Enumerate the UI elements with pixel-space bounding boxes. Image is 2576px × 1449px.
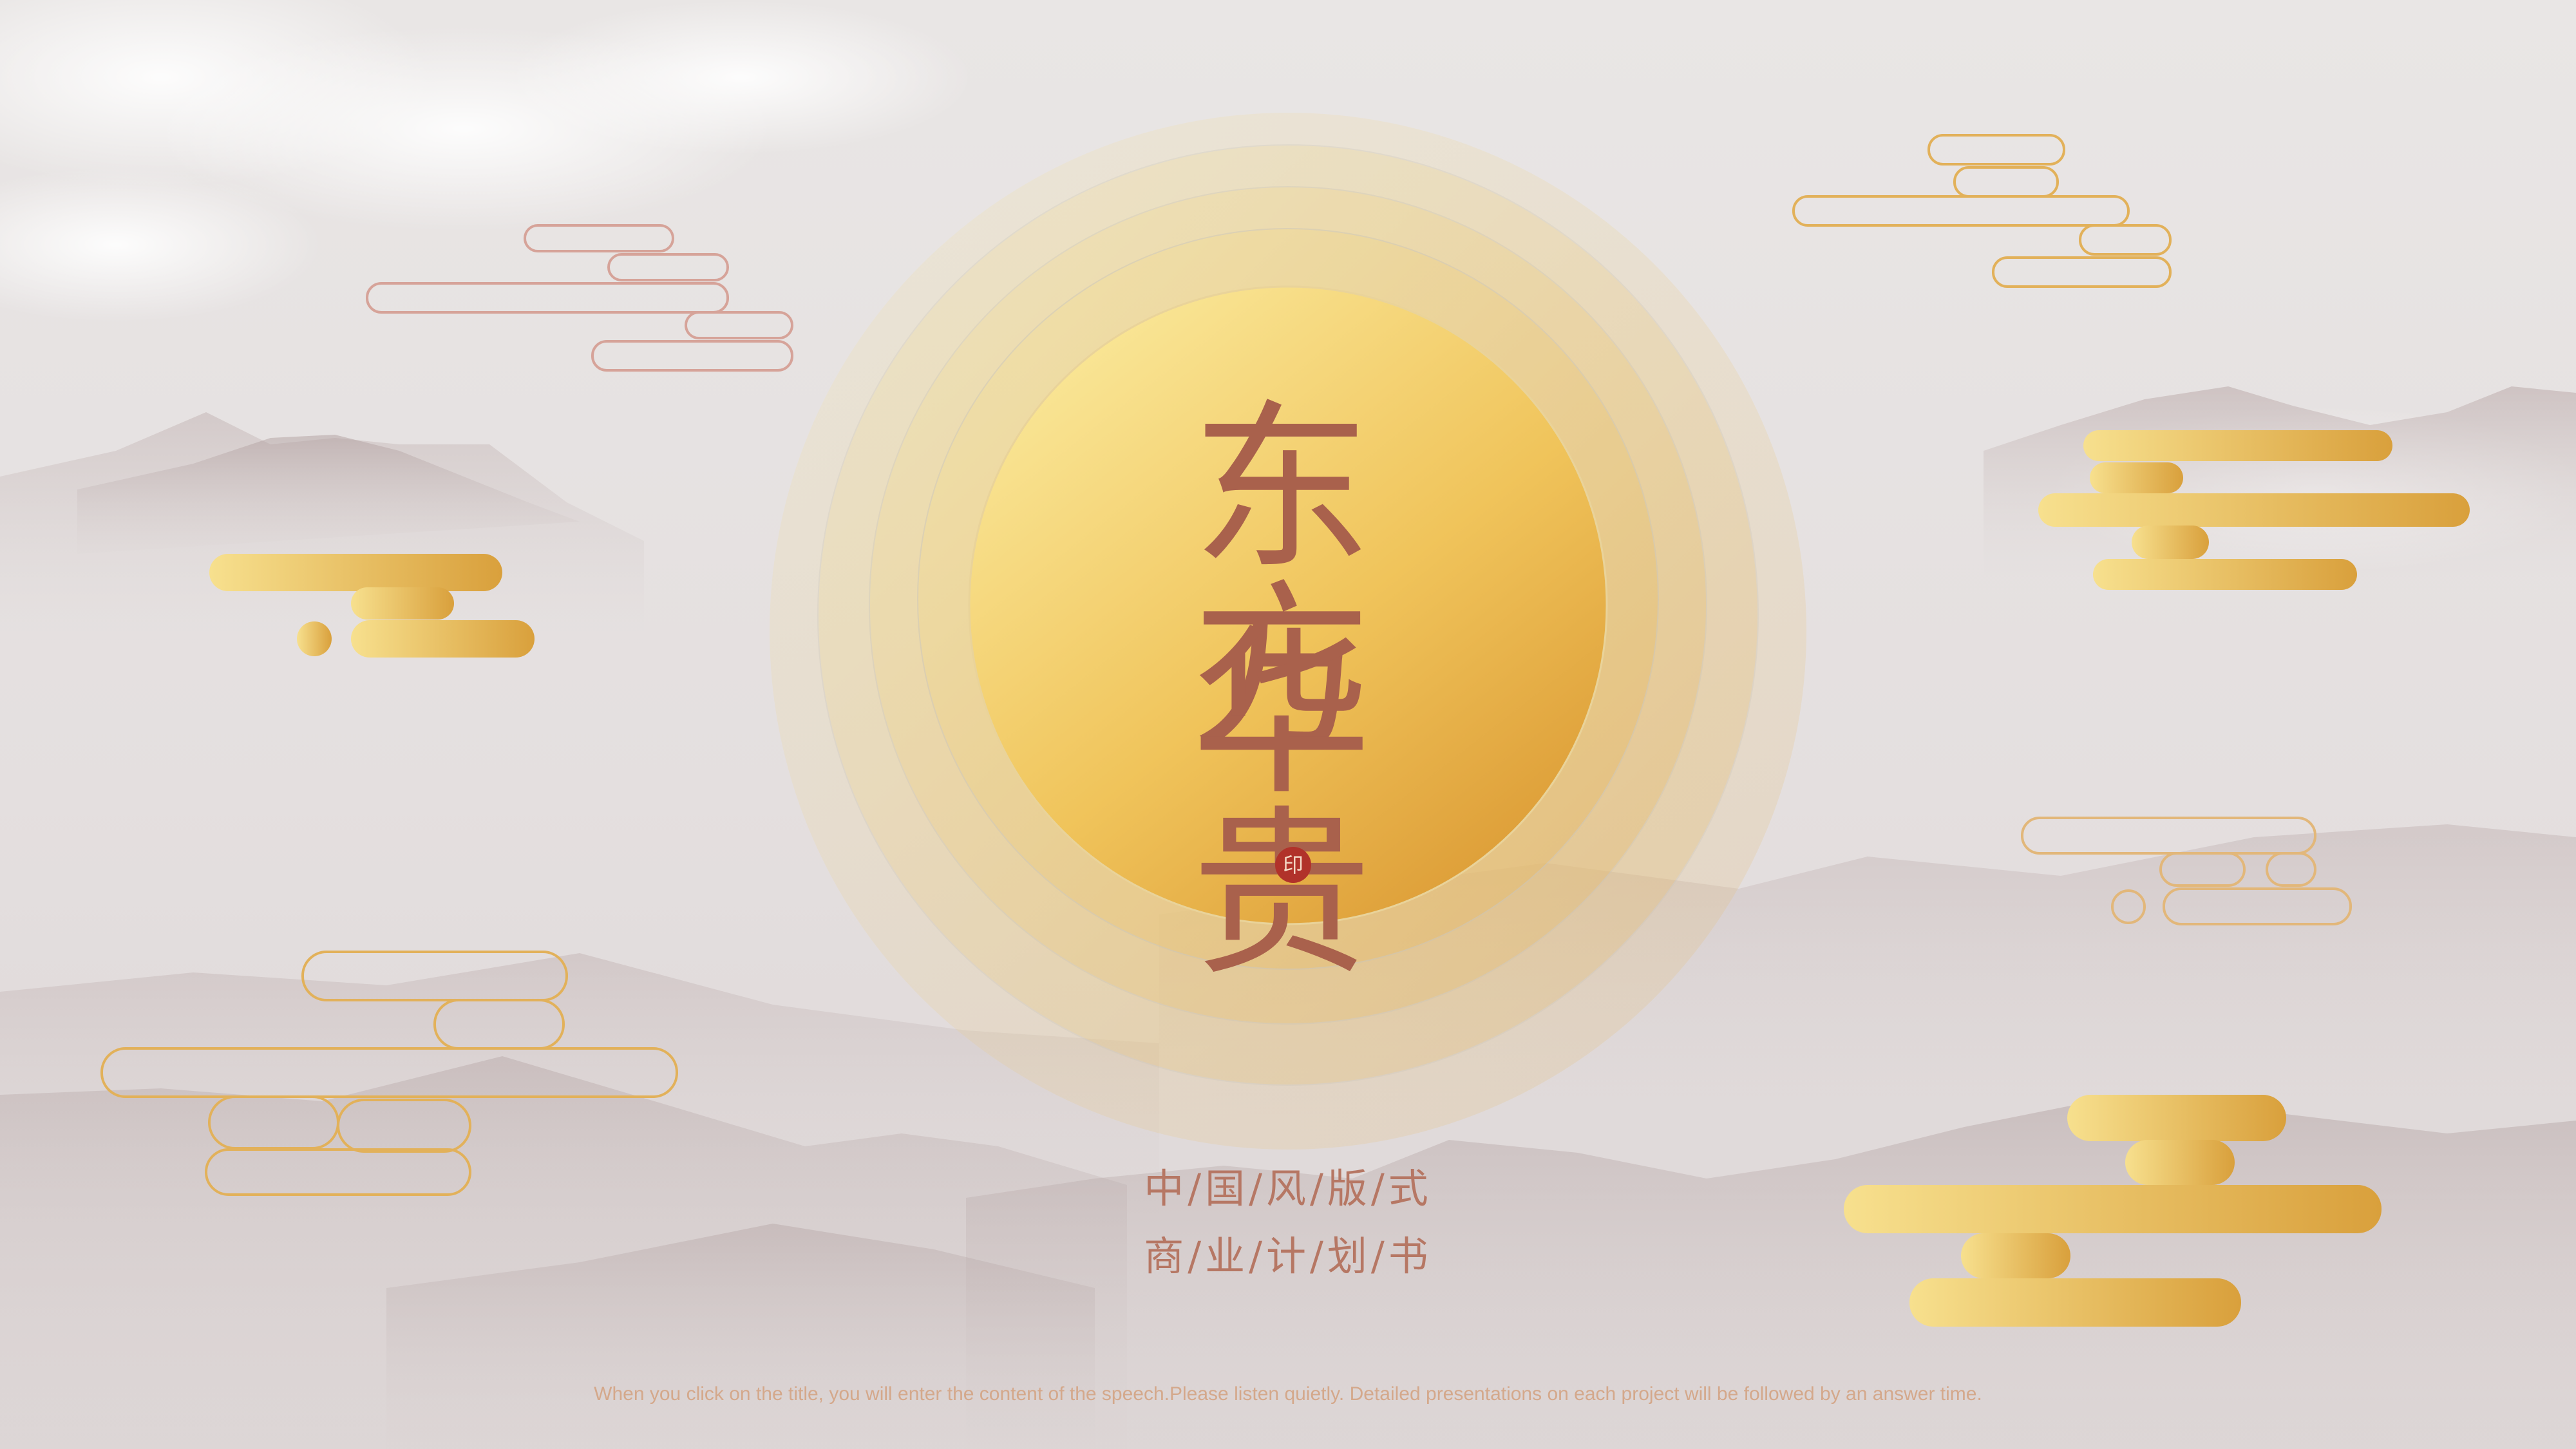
- footer-note: When you click on the title, you will en…: [594, 1383, 1982, 1405]
- seal-stamp-icon: 印: [1275, 847, 1311, 883]
- subtitle-line-1: 中/国/风/版/式: [1144, 1165, 1432, 1212]
- cloud-outline-icon: [100, 951, 678, 1196]
- cloud-solid-icon: [1844, 1095, 2382, 1327]
- cloud-solid-icon: [209, 554, 535, 658]
- cloud-outline-icon: [2021, 817, 2352, 925]
- subtitle-line-2: 商/业/计/划/书: [1144, 1233, 1432, 1280]
- page-title-line-2[interactable]: 华贵: [1108, 625, 1468, 985]
- cloud-solid-icon: [2038, 430, 2470, 590]
- cloud-outline-icon: [1792, 134, 2172, 288]
- cloud-outline-icon: [366, 224, 793, 372]
